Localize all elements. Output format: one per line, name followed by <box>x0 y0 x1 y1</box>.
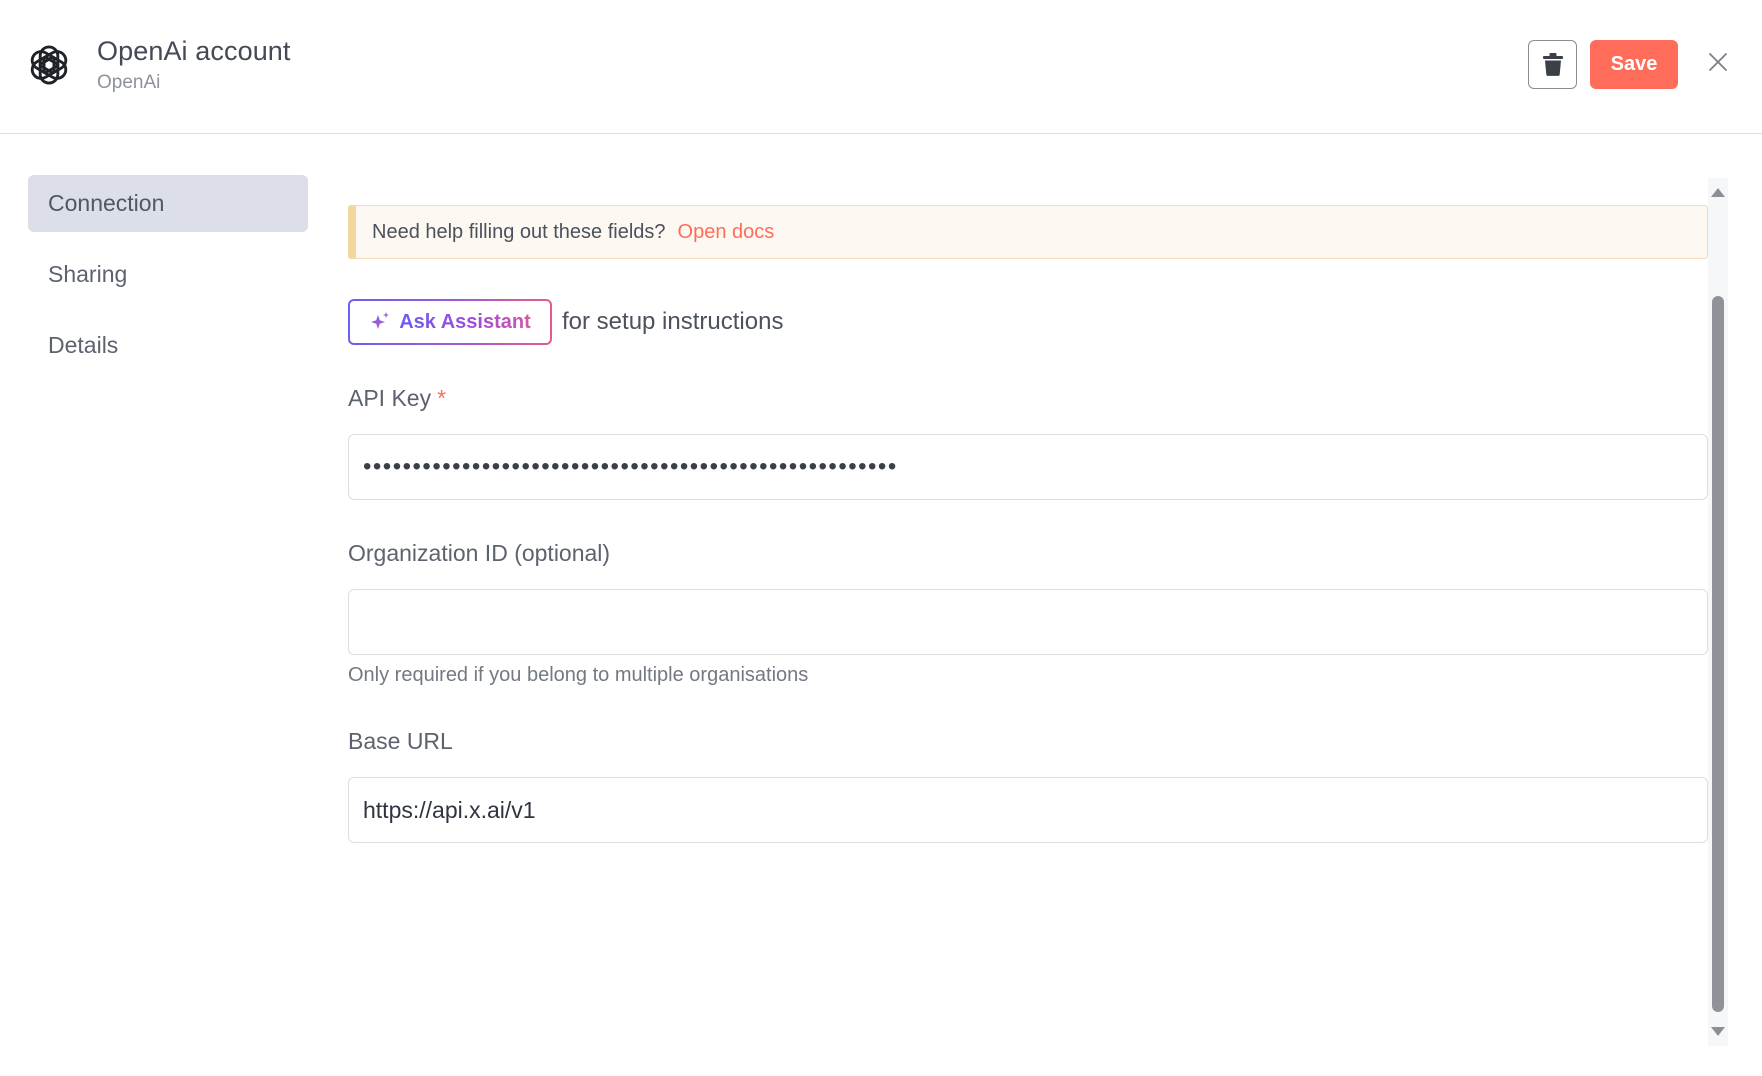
scrollbar[interactable] <box>1708 178 1728 1046</box>
assistant-suffix-text: for setup instructions <box>562 308 784 335</box>
assistant-row: Ask Assistant for setup instructions <box>348 299 783 345</box>
sidebar-item-sharing[interactable]: Sharing <box>28 246 308 303</box>
sidebar-item-details[interactable]: Details <box>28 317 308 374</box>
scroll-down-arrow-icon[interactable] <box>1711 1027 1725 1036</box>
sidebar-item-label: Connection <box>48 190 165 216</box>
ask-assistant-button-inner: Ask Assistant <box>350 301 550 343</box>
ask-assistant-label: Ask Assistant <box>399 310 531 333</box>
help-text: Need help filling out these fields? <box>372 220 666 243</box>
scrollbar-thumb[interactable] <box>1712 296 1724 1012</box>
credential-modal: OpenAi account OpenAi Save Connection Sh… <box>0 0 1762 1076</box>
base-url-field[interactable] <box>348 777 1708 843</box>
api-key-label-text: API Key <box>348 385 432 411</box>
delete-button[interactable] <box>1528 40 1577 89</box>
organization-id-field[interactable] <box>348 589 1708 655</box>
sparkle-icon <box>371 312 390 329</box>
modal-subtitle: OpenAi <box>97 72 161 93</box>
close-button[interactable] <box>1704 48 1732 76</box>
sidebar-item-label: Sharing <box>48 261 128 287</box>
base-url-label: Base URL <box>348 728 453 754</box>
close-icon <box>1709 53 1727 71</box>
sidebar-item-label: Details <box>48 332 119 358</box>
modal-title: OpenAi account <box>97 36 291 66</box>
sidebar-nav: Connection Sharing Details <box>28 175 308 388</box>
trash-icon <box>1542 53 1563 76</box>
organization-id-hint: Only required if you belong to multiple … <box>348 664 809 686</box>
api-key-field[interactable] <box>348 434 1708 500</box>
save-button[interactable]: Save <box>1590 40 1678 89</box>
openai-logo-icon <box>30 45 68 85</box>
required-marker: * <box>437 385 447 411</box>
open-docs-link[interactable]: Open docs <box>678 221 775 244</box>
sidebar-item-connection[interactable]: Connection <box>28 175 308 232</box>
modal-header: OpenAi account OpenAi Save <box>0 0 1762 134</box>
scroll-up-arrow-icon[interactable] <box>1711 188 1725 197</box>
ask-assistant-button[interactable]: Ask Assistant <box>348 299 552 345</box>
api-key-label: API Key * <box>348 385 446 412</box>
organization-id-label: Organization ID (optional) <box>348 540 611 566</box>
help-banner: Need help filling out these fields? Open… <box>348 205 1708 259</box>
